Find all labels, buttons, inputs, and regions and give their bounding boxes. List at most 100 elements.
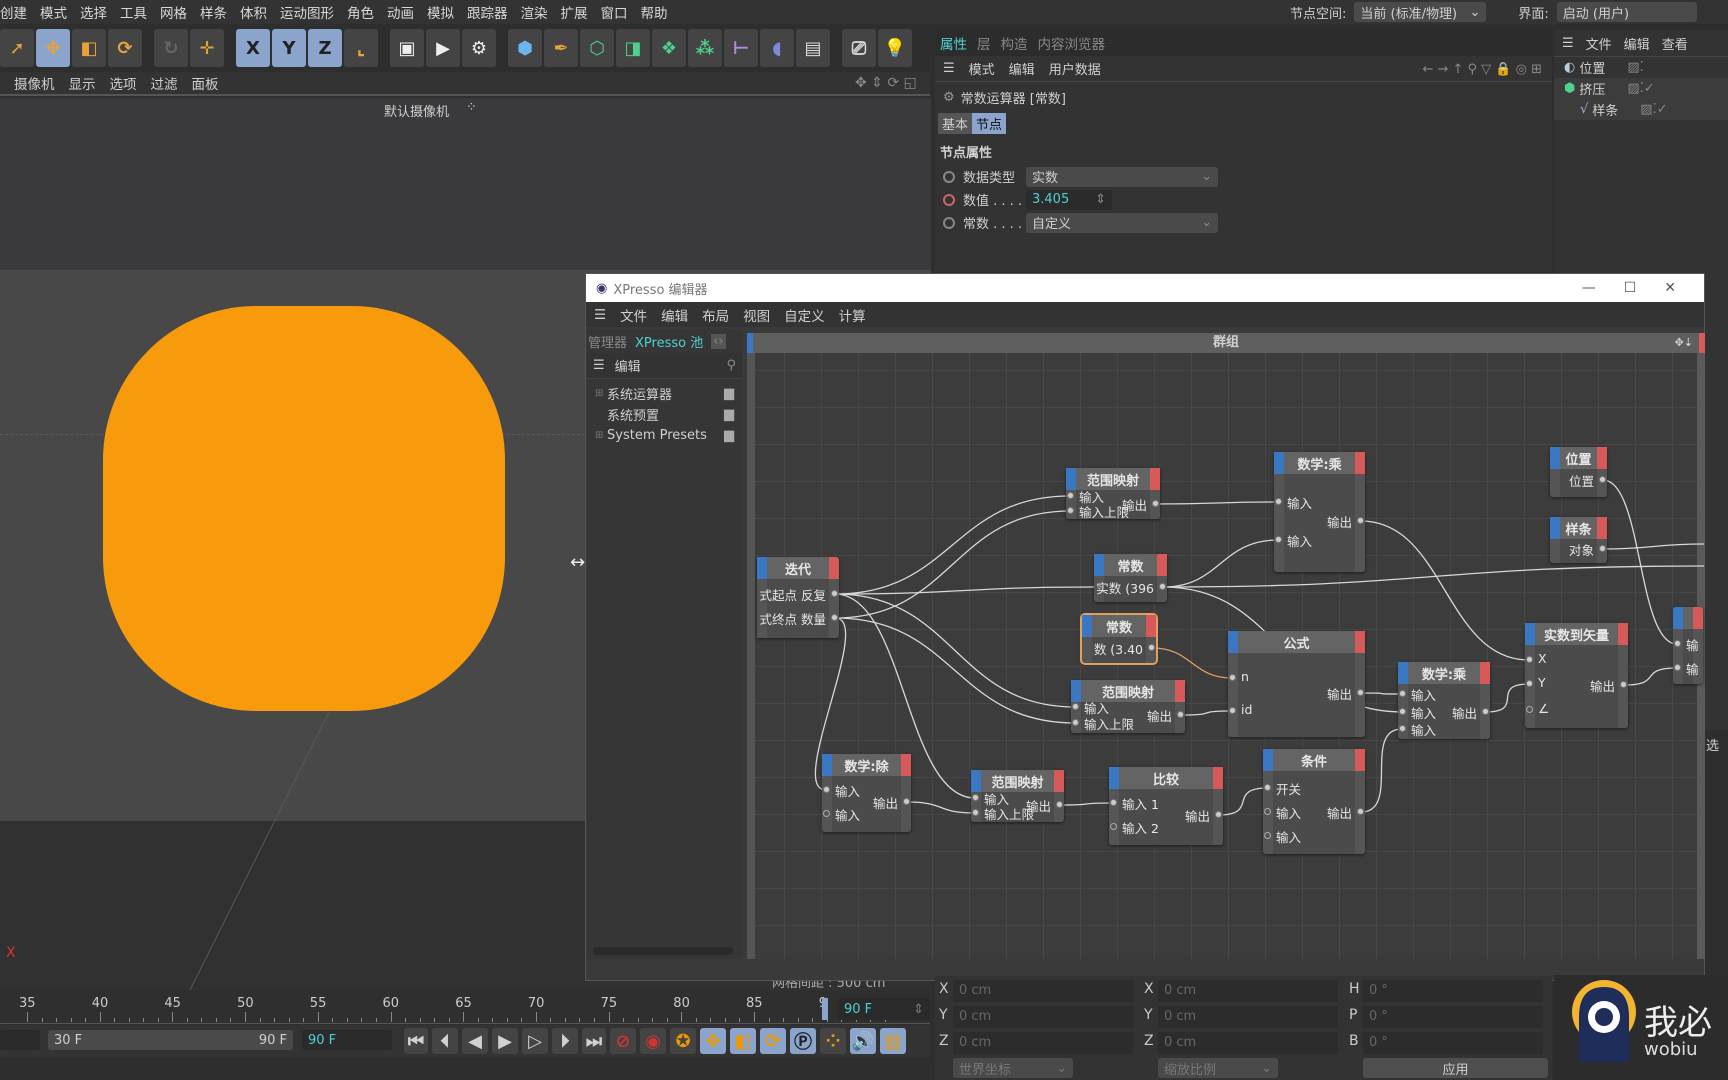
extrude-icon[interactable]: ◨	[616, 29, 650, 67]
select-icon[interactable]: ➚	[0, 29, 34, 67]
visibility-toggle[interactable]: ▨⁚✓	[1627, 81, 1654, 96]
menu-item[interactable]: 运动图形	[280, 2, 334, 22]
node-cond[interactable]: 条件 开关 输入 输入 输出	[1263, 749, 1365, 854]
xpresso-menu-item[interactable]: 布局	[702, 305, 729, 325]
coord-field[interactable]: 0 cm	[1158, 1006, 1338, 1028]
camera-icon[interactable]: ⁘	[466, 100, 477, 115]
port-out[interactable]	[831, 614, 838, 621]
node-div[interactable]: 数学:除 输入 输入 输出	[822, 754, 911, 832]
port-in[interactable]	[1526, 706, 1533, 713]
collapse-icon[interactable]: ‹›	[711, 333, 726, 349]
attributes-tab[interactable]: 层	[977, 33, 991, 53]
keyframe-radio[interactable]	[943, 170, 955, 183]
port-out[interactable]	[1056, 801, 1063, 808]
end-frame-field[interactable]: 90 F	[302, 1030, 392, 1050]
y-axis-icon[interactable]: Y	[272, 29, 306, 67]
keyframe-radio[interactable]	[943, 193, 955, 206]
port-in[interactable]	[1275, 498, 1282, 505]
attribute-value[interactable]: 自定义 ⌄	[1026, 212, 1218, 233]
menu-item[interactable]: 体积	[240, 2, 267, 22]
port-in[interactable]	[1072, 719, 1079, 726]
move-icon[interactable]: ✥	[36, 29, 70, 67]
keyframe-radio[interactable]	[943, 216, 955, 229]
object-item[interactable]: ⬢ 挤压 ▨⁚✓	[1554, 78, 1728, 99]
expand-icon[interactable]: ⊞	[595, 430, 607, 441]
visibility-toggle[interactable]: ▨⁚	[1627, 60, 1643, 75]
tab-xpresso-pool[interactable]: XPresso 池	[635, 332, 703, 351]
port-out[interactable]	[1599, 545, 1606, 552]
coord-field[interactable]: 0 °	[1363, 980, 1543, 1002]
menu-item[interactable]: 动画	[387, 2, 414, 22]
symmetry-icon[interactable]: ⊢	[724, 29, 758, 67]
frame-range-slider[interactable]: 30 F 90 F	[48, 1030, 293, 1050]
coord-field[interactable]: 0 °	[1363, 1006, 1543, 1028]
axis-icon[interactable]: ✛	[190, 29, 224, 67]
node-spline[interactable]: 样条 对象	[1550, 517, 1607, 563]
attributes-tab[interactable]: 属性	[940, 33, 967, 53]
pen-icon[interactable]: ✒	[544, 29, 578, 67]
viewport-menu-item[interactable]: 面板	[192, 73, 219, 93]
menu-item[interactable]: 样条	[200, 2, 227, 22]
object-manager-menu-item[interactable]: 文件	[1586, 34, 1612, 53]
array-icon[interactable]: ⁂	[688, 29, 722, 67]
menu-item[interactable]: 渲染	[521, 2, 548, 22]
orange-rounded-shape[interactable]	[103, 306, 505, 711]
render-settings-icon[interactable]: ⚙	[462, 29, 496, 67]
coord-field[interactable]: 0 °	[1363, 1032, 1543, 1054]
node-const340[interactable]: 常数数 (3.40	[1080, 613, 1158, 665]
menu-item[interactable]: 工具	[120, 2, 147, 22]
port-in[interactable]	[1399, 725, 1406, 732]
attribute-value[interactable]: 实数 ⌄	[1026, 166, 1218, 187]
viewport-menu-item[interactable]: 过滤	[151, 73, 178, 93]
node-r2v[interactable]: 实数到矢量 X Y ∠ 输出	[1525, 623, 1628, 728]
port-in[interactable]	[823, 786, 830, 793]
menu-icon[interactable]: ☰	[593, 358, 605, 373]
node-iter[interactable]: 迭代 式起点 反复 式终点 数量	[757, 557, 839, 638]
xpresso-menu-item[interactable]: 编辑	[661, 305, 688, 325]
sound-icon[interactable]: 🔊	[850, 1028, 876, 1054]
port-in[interactable]	[823, 810, 830, 817]
port-in[interactable]	[1399, 690, 1406, 697]
next-frame-icon[interactable]: ▷	[522, 1028, 548, 1054]
node-pos[interactable]: 位置 位置	[1550, 447, 1607, 497]
layout-dropdown[interactable]: 启动 (用户)	[1556, 2, 1697, 22]
rotate-icon[interactable]: ⟳	[108, 29, 142, 67]
tab-manager[interactable]: 管理器	[588, 332, 627, 351]
coord-system-icon[interactable]: ⌞	[344, 29, 378, 67]
port-in[interactable]	[1072, 703, 1079, 710]
psr-icon[interactable]: ↻	[154, 29, 188, 67]
menu-icon[interactable]: ☰	[1562, 36, 1574, 51]
coord-field[interactable]: 0 cm	[953, 980, 1133, 1002]
attributes-submenu-item[interactable]: 用户数据	[1049, 59, 1101, 78]
port-out[interactable]	[1159, 583, 1166, 590]
port-in[interactable]	[972, 809, 979, 816]
port-out[interactable]	[1357, 517, 1364, 524]
tab-basic[interactable]: 基本	[938, 113, 973, 134]
visibility-toggle[interactable]: ▨⁚✓	[1640, 102, 1667, 117]
viewport-nav-icons[interactable]: ✥ ⇕ ⟳ ◱	[855, 75, 917, 91]
tree-item[interactable]: ⊞ System Presets ▆	[587, 425, 742, 446]
attributes-submenu-item[interactable]: 模式	[969, 59, 995, 78]
port-out[interactable]	[1599, 476, 1606, 483]
coord-field[interactable]: 0 cm	[1158, 1032, 1338, 1054]
menu-item[interactable]: 扩展	[561, 2, 588, 22]
window-controls[interactable]: —☐✕	[1582, 280, 1704, 296]
port-out[interactable]	[831, 590, 838, 597]
keyframe-icon[interactable]: ✪	[670, 1028, 696, 1054]
menu-item[interactable]: 角色	[347, 2, 374, 22]
play-icon[interactable]: ▶	[492, 1028, 518, 1054]
port-out[interactable]	[1152, 500, 1159, 507]
render-icon[interactable]: ▶	[426, 29, 460, 67]
xpresso-menu-item[interactable]: 视图	[743, 305, 770, 325]
timeline-ruler[interactable]: 35404550556065707580859	[0, 992, 930, 1024]
viewport-menu-item[interactable]: 选项	[110, 73, 137, 93]
start-frame-field[interactable]	[0, 1030, 40, 1050]
port-in[interactable]	[972, 794, 979, 801]
node-partial[interactable]: 输输	[1673, 607, 1703, 684]
node-compare[interactable]: 比较 输入 1 输入 2 输出	[1109, 767, 1223, 845]
port-in[interactable]	[1067, 507, 1074, 514]
port-in[interactable]	[1110, 823, 1117, 830]
go-start-icon[interactable]: ⏮	[404, 1028, 428, 1054]
port-in[interactable]	[1229, 707, 1236, 714]
xpresso-menu-item[interactable]: 自定义	[784, 305, 825, 325]
